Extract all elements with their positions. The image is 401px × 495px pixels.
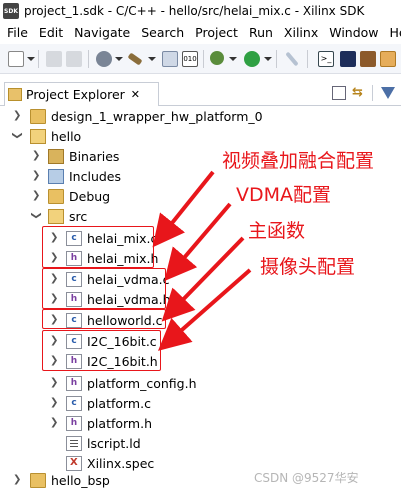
arrow-to-main xyxy=(161,236,245,322)
annotation-main-label: 主函数 xyxy=(248,220,306,242)
annotation-camera-label: 摄像头配置 xyxy=(260,256,356,278)
annotation-arrows xyxy=(152,170,252,351)
arrow-to-camera xyxy=(157,268,252,351)
annotation-mix-label: 视频叠加融合配置 xyxy=(222,150,375,172)
csdn-watermark: CSDN @9527华安 xyxy=(254,471,359,485)
arrow-to-mix xyxy=(152,170,215,248)
annotation-vdma-label: VDMA配置 xyxy=(236,184,332,206)
